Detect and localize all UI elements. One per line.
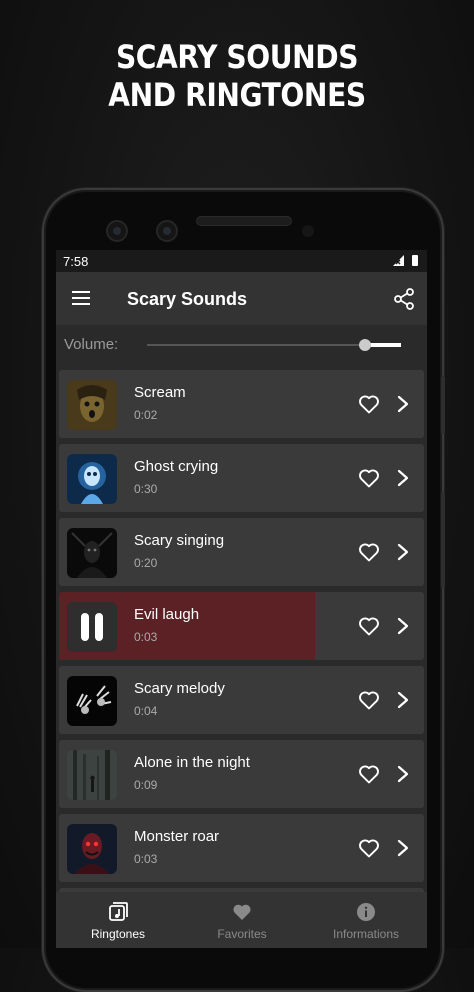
proximity-sensor (302, 225, 314, 237)
sound-row[interactable]: Scary singing 0:20 (59, 518, 424, 586)
signal-icon (393, 255, 404, 266)
sound-duration: 0:30 (134, 482, 158, 496)
earpiece-speaker (196, 216, 292, 226)
favorite-heart-icon[interactable] (358, 764, 380, 784)
volume-row: Volume: (56, 325, 427, 363)
sound-thumbnail[interactable] (67, 824, 117, 874)
chevron-right-icon[interactable] (397, 691, 409, 709)
status-bar: 7:58 (56, 250, 427, 272)
sound-row[interactable]: Ghost crying 0:30 (59, 444, 424, 512)
app-title: Scary Sounds (127, 289, 248, 309)
app-bar: Scary Sounds (56, 272, 427, 325)
sound-list: Scream 0:02 Ghost crying 0:30 Scary singing 0… (59, 370, 424, 906)
battery-icon (412, 255, 418, 266)
sound-duration: 0:03 (134, 852, 158, 866)
promo-line-2: AND RINGTONES (108, 76, 366, 114)
promo-headline: SCARY SOUNDS AND RINGTONES (0, 38, 474, 114)
sound-row[interactable]: Monster roar 0:03 (59, 814, 424, 882)
chevron-right-icon[interactable] (397, 765, 409, 783)
sound-row[interactable]: Evil laugh 0:03 (59, 592, 424, 660)
sound-thumbnail[interactable] (67, 676, 117, 726)
info-icon (357, 903, 375, 921)
status-time: 7:58 (63, 254, 89, 269)
front-camera (106, 220, 128, 242)
nav-ringtones-label: Ringtones (90, 927, 146, 941)
nav-favorites[interactable]: Favorites (180, 892, 304, 948)
sound-duration: 0:09 (134, 778, 158, 792)
sound-name: Scary singing (134, 532, 225, 549)
sound-name: Scream (134, 384, 186, 401)
volume-label: Volume: (64, 336, 119, 353)
sound-duration: 0:04 (134, 704, 158, 718)
favorite-heart-icon[interactable] (358, 616, 380, 636)
chevron-right-icon[interactable] (397, 469, 409, 487)
pause-icon[interactable] (67, 602, 117, 652)
sound-name: Scary melody (134, 680, 225, 697)
chevron-right-icon[interactable] (397, 543, 409, 561)
heart-icon (233, 904, 251, 920)
sound-row[interactable]: Scream 0:02 (59, 370, 424, 438)
promo-line-1: SCARY SOUNDS (115, 38, 359, 76)
sound-thumbnail[interactable] (67, 454, 117, 504)
sound-duration: 0:03 (134, 630, 158, 644)
sound-name: Ghost crying (134, 458, 219, 475)
chevron-right-icon[interactable] (397, 617, 409, 635)
nav-favorites-label: Favorites (217, 927, 267, 941)
nav-informations-label: Informations (332, 927, 400, 941)
chevron-right-icon[interactable] (397, 839, 409, 857)
favorite-heart-icon[interactable] (358, 468, 380, 488)
favorite-heart-icon[interactable] (358, 542, 380, 562)
favorite-heart-icon[interactable] (358, 690, 380, 710)
share-icon[interactable] (393, 288, 415, 310)
sound-thumbnail[interactable] (67, 750, 117, 800)
sound-duration: 0:20 (134, 556, 158, 570)
nav-ringtones[interactable]: Ringtones (56, 892, 180, 948)
sound-thumbnail[interactable] (67, 528, 117, 578)
side-button-volume (441, 492, 445, 588)
side-button-power (441, 376, 445, 434)
sound-name: Evil laugh (134, 606, 200, 623)
sound-duration: 0:02 (134, 408, 158, 422)
sound-name: Alone in the night (134, 754, 250, 771)
ringtones-icon (109, 902, 128, 921)
sound-row[interactable]: Alone in the night 0:09 (59, 740, 424, 808)
favorite-heart-icon[interactable] (358, 838, 380, 858)
nav-informations[interactable]: Informations (304, 892, 427, 948)
sound-row[interactable]: Scary melody 0:04 (59, 666, 424, 734)
sound-thumbnail[interactable] (67, 380, 117, 430)
volume-thumb[interactable] (359, 339, 372, 351)
front-sensor (156, 220, 178, 242)
bottom-nav: Ringtones Favorites Informations (56, 892, 427, 948)
sound-name: Monster roar (134, 828, 220, 845)
menu-icon[interactable] (72, 291, 90, 305)
chevron-right-icon[interactable] (397, 395, 409, 413)
app-screen: 7:58 Scary Sounds Volume: Scream 0:02 Ghos… (56, 250, 427, 948)
volume-slider[interactable] (147, 339, 401, 351)
favorite-heart-icon[interactable] (358, 394, 380, 414)
